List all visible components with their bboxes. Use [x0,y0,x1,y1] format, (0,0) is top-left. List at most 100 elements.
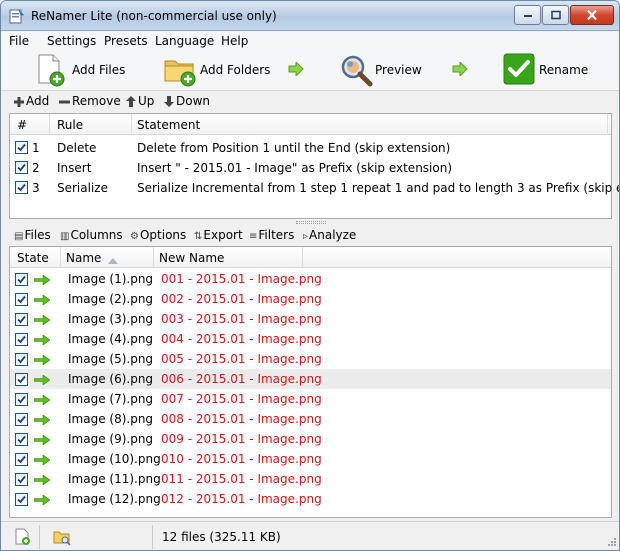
files-toolbar: ▤Files ▥Columns ⚙Options ⇅Export ≡Filter… [1,225,619,245]
add-files-label: Add Files [72,63,126,77]
file-name: Image (1).png [68,272,154,286]
green-arrow-icon [33,434,51,448]
file-name: Image (9).png [68,432,154,446]
menu-file[interactable]: File [9,34,29,48]
menu-settings[interactable]: Settings [47,34,96,48]
remove-rule-button[interactable]: Remove [59,94,121,108]
columns-menu-button[interactable]: ▥Columns [60,228,123,242]
file-row[interactable]: Image (12).png 012 - 2015.01 - Image.png [10,489,611,509]
file-checkbox[interactable] [15,293,28,306]
preview-button[interactable]: Preview [339,53,424,89]
menu-presets[interactable]: Presets [104,34,148,48]
file-checkbox[interactable] [15,433,28,446]
file-row[interactable]: Image (10).png 010 - 2015.01 - Image.png [10,449,611,469]
green-arrow-icon [33,494,51,508]
analyze-menu-button[interactable]: ▹Analyze [303,228,356,242]
file-row[interactable]: Image (2).png 002 - 2015.01 - Image.png [10,289,611,309]
file-row[interactable]: Image (4).png 004 - 2015.01 - Image.png [10,329,611,349]
file-row[interactable]: Image (11).png 011 - 2015.01 - Image.png [10,469,611,489]
green-arrow-icon [33,394,51,408]
add-files-button[interactable]: Add Files [35,53,125,89]
column-header-name[interactable]: Name [66,251,101,265]
add-file-icon [35,53,69,87]
green-arrow-icon [33,354,51,368]
file-row[interactable]: Image (7).png 007 - 2015.01 - Image.png [10,389,611,409]
file-new-name: 007 - 2015.01 - Image.png [161,392,322,406]
file-checkbox[interactable] [15,313,28,326]
file-new-name: 003 - 2015.01 - Image.png [161,312,322,326]
file-checkbox[interactable] [15,473,28,486]
rule-row[interactable]: 2 Insert Insert " - 2015.01 - Image" as Pr… [10,158,611,178]
rule-checkbox[interactable] [15,161,28,174]
filters-icon: ≡ [249,231,258,242]
file-new-name: 009 - 2015.01 - Image.png [161,432,322,446]
file-new-name: 004 - 2015.01 - Image.png [161,332,322,346]
files-menu-button[interactable]: ▤Files [14,228,51,242]
file-row[interactable]: Image (8).png 008 - 2015.01 - Image.png [10,409,611,429]
close-button[interactable] [570,5,614,25]
column-header-statement[interactable]: Statement [137,118,200,132]
options-menu-button[interactable]: ⚙Options [130,228,186,242]
menu-help[interactable]: Help [221,34,248,48]
rule-name: Serialize [57,181,108,195]
title-bar[interactable]: ReNamer Lite (non-commercial use only) [1,1,619,31]
file-name: Image (6).png [68,372,154,386]
rule-number: 3 [32,181,40,195]
file-checkbox[interactable] [15,373,28,386]
arrow-up-icon [126,96,136,107]
add-rule-button[interactable]: Add [14,94,49,108]
file-checkbox[interactable] [15,353,28,366]
browse-folder-icon[interactable] [53,528,71,549]
maximize-button[interactable] [542,5,569,25]
column-header-state[interactable]: State [17,251,49,265]
menu-language[interactable]: Language [155,34,214,48]
file-checkbox[interactable] [15,413,28,426]
file-name: Image (10).png [68,452,161,466]
file-checkbox[interactable] [15,393,28,406]
file-row[interactable]: Image (3).png 003 - 2015.01 - Image.png [10,309,611,329]
green-arrow-icon [33,454,51,468]
file-row[interactable]: Image (5).png 005 - 2015.01 - Image.png [10,349,611,369]
column-header-number[interactable]: # [17,118,27,132]
green-arrow-icon [33,334,51,348]
file-checkbox[interactable] [15,273,28,286]
export-menu-button[interactable]: ⇅Export [194,228,243,242]
rule-checkbox[interactable] [15,181,28,194]
add-folders-button[interactable]: Add Folders [163,53,270,89]
file-checkbox[interactable] [15,453,28,466]
file-checkbox[interactable] [15,493,28,506]
panel-splitter[interactable] [296,221,326,224]
file-checkbox[interactable] [15,333,28,346]
add-file-small-icon[interactable] [14,528,32,549]
minimize-button[interactable] [514,5,541,25]
filters-menu-button[interactable]: ≡Filters [249,228,294,242]
magnifier-icon [339,53,373,87]
rule-checkbox[interactable] [15,141,28,154]
green-arrow-icon [33,414,51,428]
rule-row[interactable]: 1 Delete Delete from Position 1 until the … [10,138,611,158]
rules-toolbar: Add Remove Up Down [1,91,619,111]
file-row[interactable]: Image (6).png 006 - 2015.01 - Image.png [10,369,611,389]
green-arrow-icon [33,294,51,308]
move-up-button[interactable]: Up [126,94,154,108]
rule-statement: Serialize Incremental from 1 step 1 repe… [137,181,619,195]
rule-number: 2 [32,161,40,175]
resize-grip-icon[interactable] [605,537,617,549]
checkmark-icon [503,53,537,87]
green-arrow-icon [33,474,51,488]
file-new-name: 001 - 2015.01 - Image.png [161,272,322,286]
file-name: Image (5).png [68,352,154,366]
rule-name: Insert [57,161,92,175]
plus-icon [14,97,24,107]
file-new-name: 008 - 2015.01 - Image.png [161,412,322,426]
file-row[interactable]: Image (9).png 009 - 2015.01 - Image.png [10,429,611,449]
renamer-window: ReNamer Lite (non-commercial use only) F… [0,0,620,551]
rename-button[interactable]: Rename [503,53,593,89]
green-arrow-icon [33,274,51,288]
column-header-rule[interactable]: Rule [57,118,83,132]
rule-row[interactable]: 3 Serialize Serialize Incremental from 1 s… [10,178,619,198]
column-header-new-name[interactable]: New Name [159,251,224,265]
file-row[interactable]: Image (1).png 001 - 2015.01 - Image.png [10,269,611,289]
step-arrow-icon [452,60,468,78]
move-down-button[interactable]: Down [164,94,210,108]
